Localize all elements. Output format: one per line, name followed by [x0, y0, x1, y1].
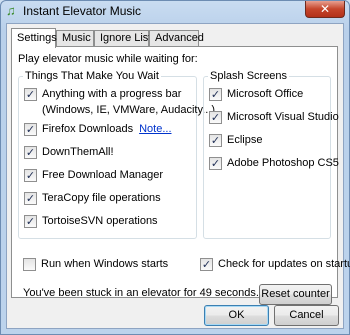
splash-group-title: Splash Screens	[208, 70, 290, 82]
checkbox-box[interactable]	[23, 258, 36, 271]
title-bar[interactable]: ♫ Instant Elevator Music ✕	[1, 1, 349, 21]
checkbox-label: Check for updates on startup	[218, 258, 350, 270]
music-note-icon: ♫	[6, 3, 16, 18]
checkbox-label: DownThemAll!	[42, 146, 114, 158]
checkbox-label-continuation: (Windows, IE, VMWare, Audacity...)	[42, 104, 215, 116]
checkbox-box[interactable]: ✓	[200, 258, 213, 271]
wait-group: Things That Make You Wait ✓ Anything wit…	[18, 70, 215, 239]
checkbox-label: Adobe Photoshop CS5	[227, 157, 339, 169]
wait-group-title: Things That Make You Wait	[23, 70, 161, 82]
tab-music[interactable]: Music	[56, 30, 94, 47]
checkbox-box[interactable]: ✓	[24, 88, 37, 101]
dialog-client: Settings Music Ignore List Advanced Play…	[6, 23, 350, 329]
checkbox-label: TeraCopy file operations	[42, 192, 161, 204]
ok-button[interactable]: OK	[204, 305, 269, 326]
note-link[interactable]: Note...	[139, 123, 171, 135]
splash-group: Splash Screens ✓ Microsoft Office ✓ Micr…	[203, 70, 339, 239]
settings-panel: Play elevator music while waiting for: T…	[11, 46, 350, 305]
checkbox-label: Firefox Downloads	[42, 123, 134, 135]
checkbox-label: Free Download Manager	[42, 169, 164, 181]
checkbox-box[interactable]: ✓	[209, 157, 222, 170]
stuck-message: You've been stuck in an elevator for 49 …	[23, 287, 259, 299]
checkbox-box[interactable]: ✓	[209, 134, 222, 147]
checkbox-box[interactable]: ✓	[24, 192, 37, 205]
tab-advanced[interactable]: Advanced	[149, 30, 204, 47]
checkbox-box[interactable]: ✓	[24, 146, 37, 159]
checkbox-box[interactable]: ✓	[209, 111, 222, 124]
checkbox-box[interactable]: ✓	[209, 88, 222, 101]
close-button[interactable]: ✕	[305, 1, 345, 18]
checkbox-box[interactable]: ✓	[24, 123, 37, 136]
window-title: Instant Elevator Music	[23, 4, 142, 18]
checkbox-label: Microsoft Office	[227, 88, 304, 100]
checkbox-box[interactable]: ✓	[24, 169, 37, 182]
checkbox-label: TortoiseSVN operations	[42, 215, 158, 227]
tab-settings[interactable]: Settings	[11, 28, 57, 48]
cancel-button[interactable]: Cancel	[274, 305, 339, 326]
checkbox-label: Run when Windows starts	[41, 258, 169, 270]
checkbox-label: Eclipse	[227, 134, 263, 146]
app-window: ♫ Instant Elevator Music ✕ Settings Musi…	[0, 0, 350, 335]
checkbox-label: Anything with a progress bar	[42, 88, 182, 100]
checkbox-box[interactable]: ✓	[24, 215, 37, 228]
intro-label: Play elevator music while waiting for:	[18, 53, 198, 65]
reset-counter-button[interactable]: Reset counter	[259, 284, 332, 305]
tab-ignore-list[interactable]: Ignore List	[94, 30, 151, 47]
checkbox-label: Microsoft Visual Studio	[227, 111, 339, 123]
